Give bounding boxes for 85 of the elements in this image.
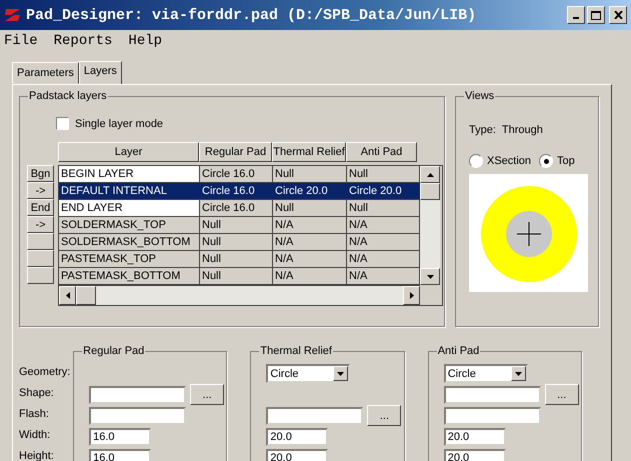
radio-button[interactable] [469,154,483,168]
field-label: Shape: [19,386,55,401]
scroll-left-icon [66,292,70,299]
minimize-button[interactable] [567,6,585,24]
layer-marker-button[interactable] [27,233,54,250]
table-cell[interactable]: Null [200,268,273,284]
table-cell[interactable]: Null [200,234,273,250]
geometry-dropdown[interactable]: Circle [444,364,528,383]
checkbox[interactable] [56,117,69,130]
table-cell[interactable]: Circle 16.0 [200,200,273,216]
table-cell[interactable]: PASTEMASK_TOP [59,251,200,267]
height-field[interactable]: 20.0 [444,448,506,461]
table-cell[interactable]: N/A [273,217,347,233]
field-label: Height: [19,449,55,461]
geometry-dropdown[interactable]: Circle [266,364,350,383]
table-cell[interactable]: Null [273,166,347,182]
flash-field[interactable] [444,406,541,424]
layer-marker-button[interactable]: Bgn [27,165,54,182]
maximize-icon [591,10,601,20]
field-label: Geometry: [19,365,72,380]
checkbox-label: Single layer mode [75,118,164,130]
dropdown-arrow-icon [337,372,344,376]
field-label: Width: [19,428,52,443]
table-cell[interactable]: SOLDERMASK_BOTTOM [59,234,200,250]
flash-field[interactable] [266,406,364,424]
scroll-thumb[interactable] [420,183,440,200]
browse-button[interactable]: ... [544,384,579,405]
height-field[interactable]: 20.0 [266,448,328,461]
table-cell[interactable]: Circle 16.0 [200,166,273,182]
tab[interactable]: Parameters [12,62,79,84]
group-title: Thermal Relief [259,345,333,357]
column-header[interactable]: Regular Pad [199,142,272,162]
table-cell[interactable]: N/A [273,268,347,284]
layer-marker-button[interactable] [27,267,54,284]
tab[interactable]: Layers [78,61,122,85]
width-field[interactable]: 20.0 [444,428,506,446]
group-title: Padstack layers [28,90,108,102]
app-icon [4,7,22,23]
radio-label: XSection [487,155,532,167]
type-label: Type: [469,124,496,136]
table-cell[interactable]: SOLDERMASK_TOP [59,217,200,233]
window-title: Pad_Designer: via-forddr.pad (D:/SPB_Data/Jun/LIB) [26,6,478,24]
layer-marker-button[interactable]: -> [27,182,54,199]
table-cell[interactable]: END LAYER [59,200,200,216]
type-value: Through [502,124,543,136]
column-header[interactable]: Layer [58,142,199,162]
group-title: Regular Pad [82,345,146,357]
table-cell[interactable]: N/A [273,234,347,250]
browse-button[interactable]: ... [190,384,224,405]
layer-marker-button[interactable]: End [27,199,54,216]
horizontal-scrollbar[interactable] [59,285,420,305]
flash-field[interactable] [89,406,186,424]
table-cell[interactable]: Null [200,251,273,267]
maximize-button[interactable] [587,6,605,24]
close-icon [614,11,622,19]
menu-item[interactable]: File [4,33,50,49]
radio-label: Top [557,155,575,167]
table-cell[interactable]: Null [200,217,273,233]
scroll-up-icon [426,172,434,176]
column-header[interactable]: Thermal Relief [272,142,346,162]
scroll-right-icon [410,292,414,299]
width-field[interactable]: 20.0 [266,428,328,446]
dropdown-arrow-icon [514,372,522,376]
table-cell[interactable]: PASTEMASK_BOTTOM [59,268,200,284]
group-title: Anti Pad [436,345,480,357]
browse-button[interactable]: ... [367,405,402,426]
shape-field[interactable] [89,386,186,404]
table-cell[interactable]: N/A [273,251,347,267]
scroll-down-icon [426,274,434,278]
table-cell[interactable]: BEGIN LAYER [59,166,200,182]
column-header[interactable]: Anti Pad [346,142,417,162]
vertical-scrollbar[interactable] [420,166,440,285]
table-cell[interactable]: Null [273,200,347,216]
layer-marker-button[interactable] [27,250,54,267]
radio-button[interactable] [539,154,554,168]
shape-field[interactable] [444,386,541,404]
height-field[interactable]: 16.0 [89,448,152,461]
menu-item[interactable]: Help [128,33,174,49]
menu-item[interactable]: Reports [54,33,124,49]
close-button[interactable] [609,6,627,24]
field-label: Flash: [19,407,50,422]
group-title: Views [464,90,496,102]
layer-marker-button[interactable]: -> [27,216,54,233]
scroll-thumb[interactable] [76,286,96,305]
width-field[interactable]: 16.0 [89,428,152,446]
